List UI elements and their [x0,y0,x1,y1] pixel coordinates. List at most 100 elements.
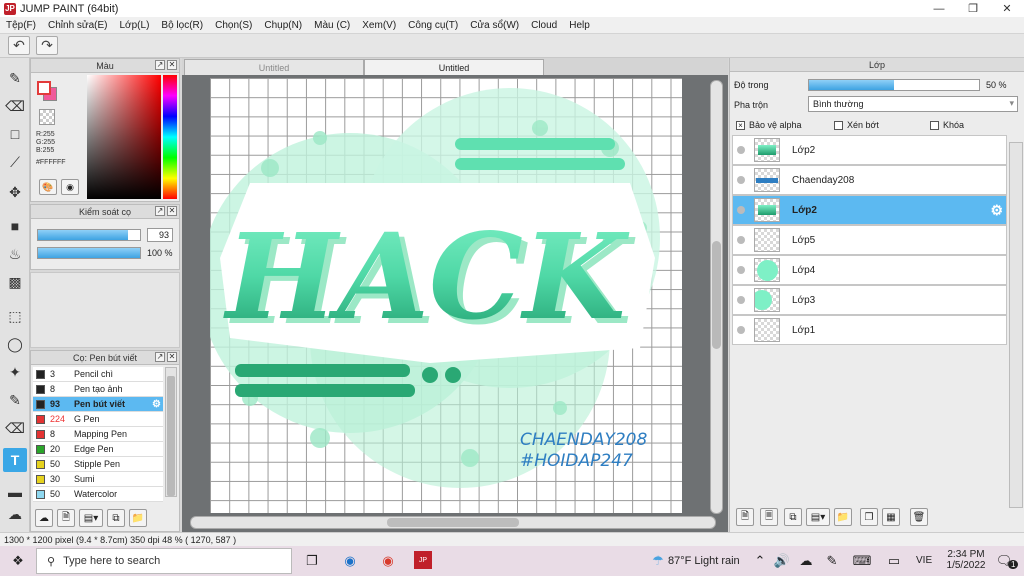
clock[interactable]: 2:34 PM 1/5/2022 [944,549,988,571]
menu-help[interactable]: Help [563,20,596,31]
canvas-area[interactable]: HACK HACK CHAENDAY208 #HOIDAP247 [182,75,728,532]
rectangle-tool-icon[interactable]: □ [3,122,27,146]
select-pen-tool-icon[interactable]: ✎ [3,388,27,412]
layer-visibility-icon[interactable] [737,176,745,184]
menu-capture[interactable]: Chụp(N) [258,20,308,31]
eyedropper-icon[interactable]: ◉ [61,179,79,195]
layer-menu-icon[interactable]: ▤▾ [806,508,830,526]
layer-row[interactable]: Chaenday208 [732,165,1007,195]
layer-visibility-icon[interactable] [737,236,745,244]
windows-start-icon[interactable]: ❖ [8,551,28,571]
drawing-canvas[interactable]: HACK HACK CHAENDAY208 #HOIDAP247 [210,78,682,513]
blend-mode-select[interactable]: Bình thường ▾ [808,96,1018,112]
layer-row[interactable]: Lớp5 [732,225,1007,255]
brush-item[interactable]: 93 Pen bút viết ⚙ [33,397,163,412]
brush-folder-icon[interactable]: 📁 [129,509,147,527]
keyboard-icon[interactable]: ⌨ [852,551,872,571]
brush-opacity-slider[interactable] [37,247,141,259]
redo-button[interactable]: ↷ [36,36,58,55]
layer-row[interactable]: Lớp2 [732,135,1007,165]
layer-properties-icon[interactable]: ▦ [882,508,900,526]
hue-slider[interactable] [163,75,177,199]
brush-item[interactable]: 20 Edge Pen [33,442,163,457]
foreground-color-swatch[interactable] [37,81,51,95]
canvas-vertical-scrollbar[interactable] [710,80,723,514]
copy-layer-icon[interactable]: ⧉ [784,508,802,526]
weather-text[interactable]: 87°F Light rain [668,555,740,567]
language-indicator[interactable]: VIE [916,555,932,566]
magic-wand-tool-icon[interactable]: ✦ [3,360,27,384]
palette-icon[interactable]: 🎨 [39,179,57,195]
menu-file[interactable]: Tệp(F) [0,20,42,31]
protect-alpha-checkbox[interactable]: × Bảo vệ alpha [736,120,802,131]
float-icon[interactable]: ↗ [155,352,165,362]
layer-visibility-icon[interactable] [737,326,745,334]
menu-filter[interactable]: Bộ lọc(R) [155,20,209,31]
task-view-icon[interactable]: ❐ [302,551,322,571]
tab-untitled-2[interactable]: Untitled [364,59,544,75]
brush-load-icon[interactable]: ☁ [35,509,53,527]
layer-list-scrollbar[interactable] [1009,142,1023,508]
chrome-icon[interactable]: ◉ [378,551,398,571]
transparent-swatch[interactable] [39,109,55,125]
brush-item[interactable]: 30 Sumi [33,472,163,487]
eraser-tool-icon[interactable]: ⌫ [3,94,27,118]
layer-visibility-icon[interactable] [737,296,745,304]
volume-icon[interactable]: 🔊 [772,551,792,571]
brush-item[interactable]: 3 Pencil chì [33,367,163,382]
layer-opacity-slider[interactable] [808,79,980,91]
delete-layer-icon[interactable]: 🗑 [910,508,928,526]
text-tool-icon[interactable]: T [3,448,27,472]
close-panel-icon[interactable]: ✕ [167,352,177,362]
ruler-tool-icon[interactable]: ▬ [3,480,27,504]
line-tool-icon[interactable]: ⟋ [3,150,27,174]
brush-item[interactable]: 50 Watercolor [33,487,163,502]
menu-edit[interactable]: Chỉnh sửa(E) [42,20,114,31]
menu-select[interactable]: Chọn(S) [209,20,258,31]
tab-untitled-1[interactable]: Untitled [184,59,364,75]
merge-layer-icon[interactable]: ❐ [860,508,878,526]
brush-item[interactable]: 224 G Pen [33,412,163,427]
brush-item[interactable]: 8 Pen tạo ảnh [33,382,163,397]
undo-button[interactable]: ↶ [8,36,30,55]
edge-browser-icon[interactable]: ◉ [340,551,360,571]
close-button[interactable]: ✕ [990,0,1024,17]
float-icon[interactable]: ↗ [155,206,165,216]
brush-item[interactable]: 50 Stipple Pen [33,457,163,472]
gear-icon[interactable]: ⚙ [152,399,161,410]
menu-layer[interactable]: Lớp(L) [114,20,156,31]
close-panel-icon[interactable]: ✕ [167,60,177,70]
brush-list-scrollbar[interactable] [165,367,177,497]
monitor-icon[interactable]: ▭ [884,551,904,571]
layer-visibility-icon[interactable] [737,146,745,154]
move-tool-icon[interactable]: ✥ [3,180,27,204]
layer-row[interactable]: Lớp4 [732,255,1007,285]
fill-rect-tool-icon[interactable]: ■ [3,214,27,238]
brush-menu-icon[interactable]: ▤▾ [79,509,103,527]
brush-size-input[interactable]: 93 [147,228,173,242]
layer-visibility-icon[interactable] [737,266,745,274]
menu-cloud[interactable]: Cloud [525,20,563,31]
layer-row[interactable]: Lớp3 [732,285,1007,315]
clipping-checkbox[interactable]: Xén bớt [834,120,879,131]
layer-row[interactable]: Lớp1 [732,315,1007,345]
select-eraser-tool-icon[interactable]: ⌫ [3,416,27,440]
brush-size-slider[interactable] [37,229,141,241]
pen-icon[interactable]: ✎ [822,551,842,571]
jump-paint-taskbar-icon[interactable]: JP [414,551,432,569]
menu-tools[interactable]: Công cụ(T) [402,20,464,31]
gear-icon[interactable]: ⚙ [990,202,1003,219]
layer-visibility-icon[interactable] [737,206,745,214]
cloud-icon[interactable]: ☁ [796,551,816,571]
menu-view[interactable]: Xem(V) [356,20,402,31]
copy-brush-icon[interactable]: ⧉ [107,509,125,527]
taskbar-search[interactable]: ⚲ Type here to search [36,548,292,574]
new-layer-set-icon[interactable]: 🗏 [760,508,778,526]
minimize-button[interactable]: — [922,0,956,17]
saturation-value-picker[interactable] [87,75,161,199]
chevron-up-icon[interactable]: ⌃ [750,551,770,571]
gradient-tool-icon[interactable]: ▩ [3,270,27,294]
bucket-tool-icon[interactable]: ♨ [3,242,27,266]
brush-tool-icon[interactable]: ✎ [3,66,27,90]
select-rect-tool-icon[interactable]: ⬚ [3,304,27,328]
